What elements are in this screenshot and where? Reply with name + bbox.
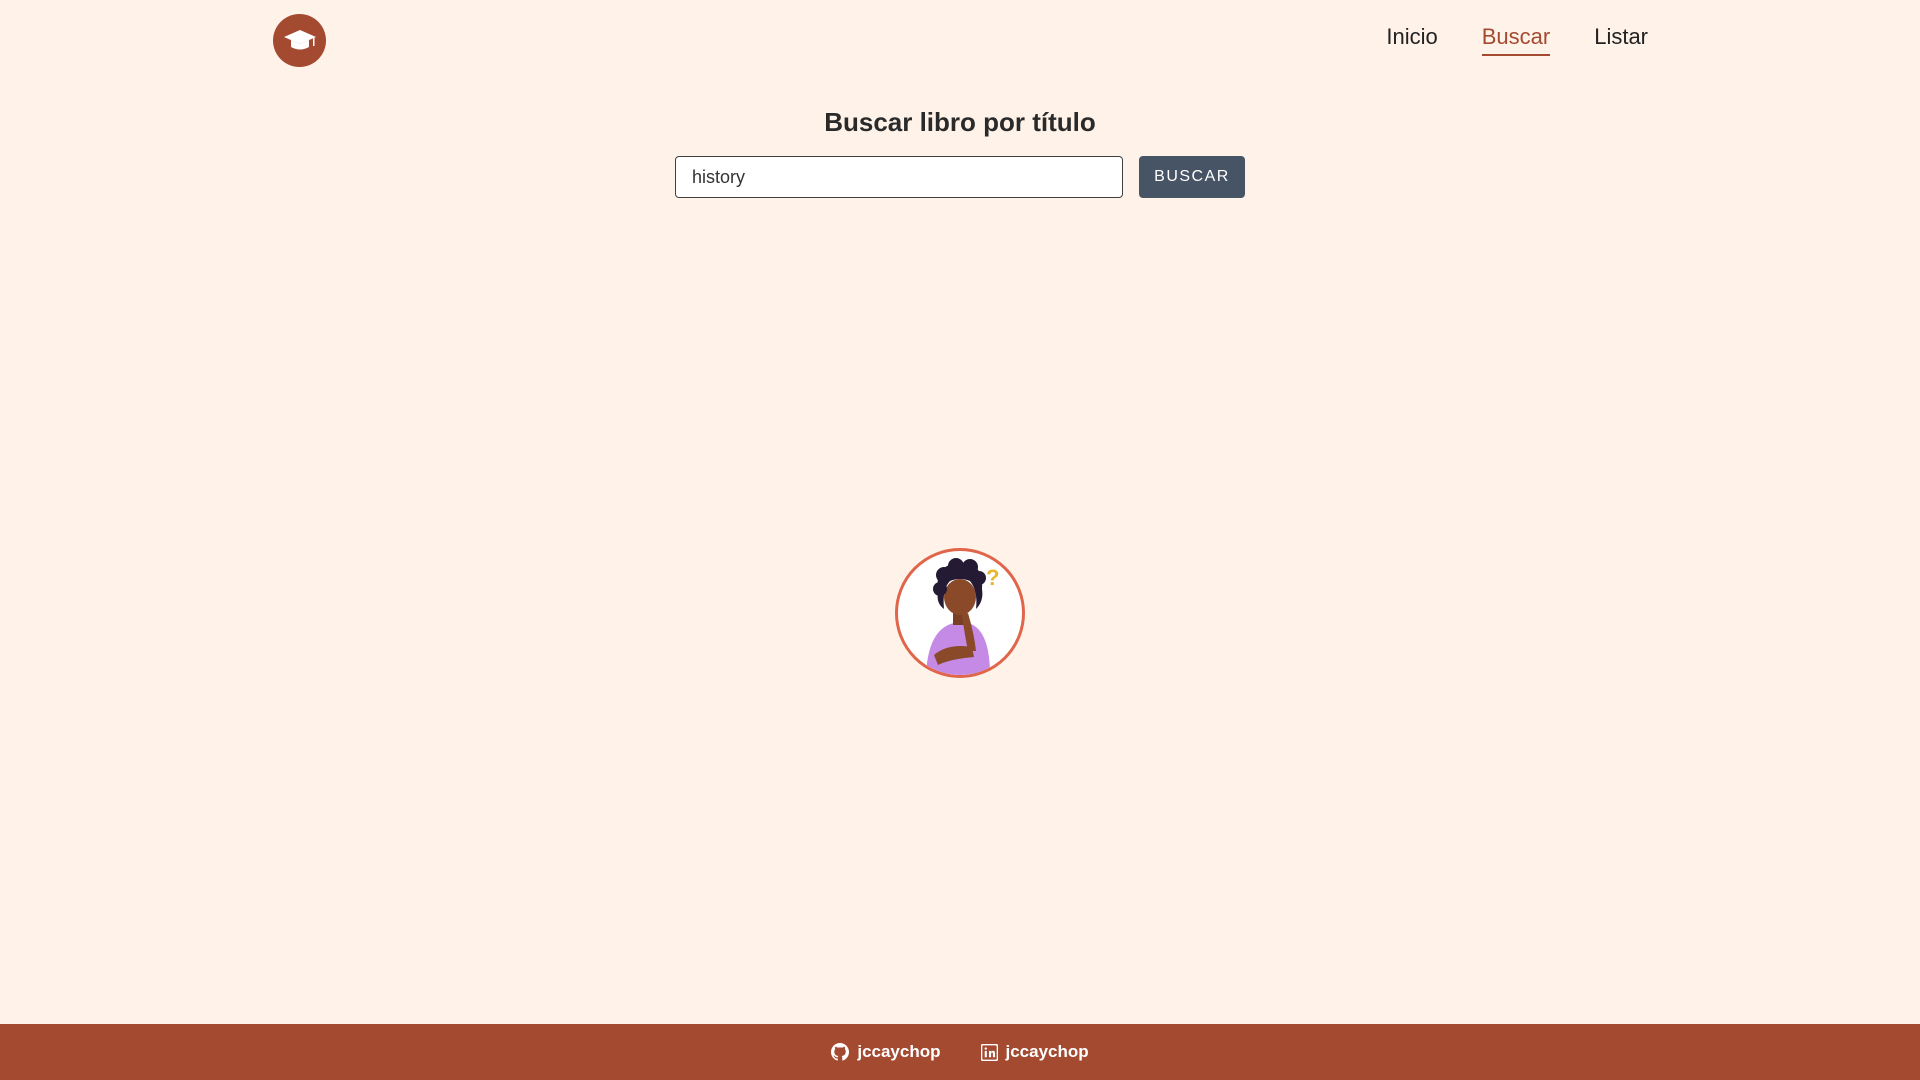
search-input[interactable] bbox=[675, 156, 1123, 198]
search-form: BUSCAR bbox=[675, 156, 1245, 198]
search-button[interactable]: BUSCAR bbox=[1139, 156, 1245, 198]
linkedin-link[interactable]: jccaychop bbox=[980, 1042, 1089, 1062]
nav-item-inicio[interactable]: Inicio bbox=[1386, 24, 1437, 56]
nav-item-buscar[interactable]: Buscar bbox=[1481, 24, 1551, 56]
graduation-cap-icon bbox=[283, 29, 316, 49]
logo[interactable] bbox=[273, 14, 326, 67]
main-nav: Inicio Buscar Listar bbox=[1386, 24, 1648, 56]
github-icon bbox=[831, 1043, 850, 1061]
github-link[interactable]: jccaychop bbox=[831, 1042, 941, 1062]
page-title: Buscar libro por título bbox=[824, 107, 1096, 137]
github-label: jccaychop bbox=[857, 1042, 941, 1061]
thinking-person-illustration: ? bbox=[895, 548, 1025, 678]
linkedin-icon bbox=[980, 1043, 998, 1061]
header: Inicio Buscar Listar bbox=[0, 0, 1920, 80]
linkedin-label: jccaychop bbox=[1005, 1042, 1089, 1061]
footer: jccaychop jccaychop bbox=[0, 1024, 1920, 1080]
svg-text:?: ? bbox=[986, 565, 999, 590]
nav-item-listar[interactable]: Listar bbox=[1594, 24, 1648, 56]
page: Inicio Buscar Listar Buscar libro por tí… bbox=[0, 0, 1920, 1080]
thinking-person-icon: ? bbox=[926, 558, 999, 675]
